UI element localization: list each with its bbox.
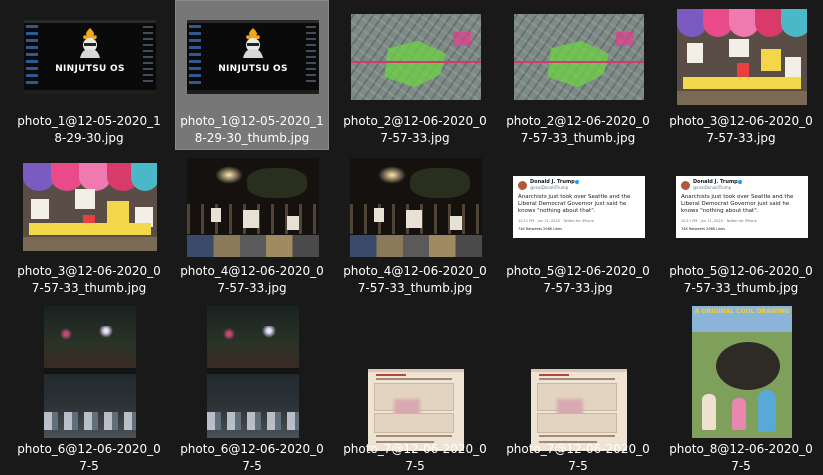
thumbnail (176, 153, 330, 261)
logo-text: NINJUTSU OS (218, 64, 288, 74)
file-name: photo_7@12-06-2020_07-5 (506, 442, 650, 473)
thumbnail: NINJUTSU OS (13, 3, 167, 111)
file-name: photo_5@12-06-2020_07-57-33_thumb.jpg (669, 264, 813, 295)
forum-screenshot-thumbnail (368, 369, 464, 451)
file-name: photo_6@12-06-2020_07-5 (17, 442, 161, 473)
thumbnail (665, 3, 819, 111)
desktop-thumbnail: NINJUTSU OS (187, 20, 319, 94)
ninja-mascot-icon (80, 28, 100, 58)
file-item[interactable]: photo_4@12-06-2020_07-57-33_thumb.jpg (338, 150, 492, 300)
tweet-screenshot-thumbnail: Donald J. Trump @realDonaldTrump Anarchi… (676, 176, 808, 238)
file-item[interactable]: photo_4@12-06-2020_07-57-33.jpg (175, 150, 329, 300)
verified-icon (575, 180, 579, 184)
tweet-handle: @realDonaldTrump (530, 185, 569, 190)
tweet-text: Anarchists just took over Seattle and th… (681, 194, 794, 214)
drawing-banner-text: A ORIGINAL COOL DRAWING (694, 308, 790, 315)
thumbnail (13, 153, 167, 261)
file-item[interactable]: Donald J. Trump @realDonaldTrump Anarchi… (501, 150, 655, 300)
file-item[interactable]: Donald J. Trump @realDonaldTrump Anarchi… (664, 150, 818, 300)
thumbnail (502, 313, 656, 451)
file-item[interactable]: A ORIGINAL COOL DRAWING photo_8@12-06-20… (664, 300, 819, 473)
thumbnail: Donald J. Trump @realDonaldTrump Anarchi… (665, 153, 819, 261)
thumbnail (339, 153, 493, 261)
tweet-meta: 10:11 PM · Jun 11, 2020 · Twitter for iP… (518, 219, 594, 223)
file-name: photo_6@12-06-2020_07-5 (180, 442, 324, 473)
ninja-mascot-icon (243, 28, 263, 58)
night-encampment-thumbnail (187, 157, 319, 257)
night-encampment-thumbnail (350, 157, 482, 257)
file-name: photo_8@12-06-2020_07-5 (669, 442, 813, 473)
file-item[interactable]: photo_6@12-06-2020_07-5 (175, 300, 330, 473)
tweet-screenshot-thumbnail: Donald J. Trump @realDonaldTrump Anarchi… (513, 176, 645, 238)
file-item[interactable]: photo_3@12-06-2020_07-57-33_thumb.jpg (12, 150, 166, 300)
drawing-thumbnail: A ORIGINAL COOL DRAWING (692, 306, 792, 438)
thumbnail (502, 3, 656, 111)
protest-booth-thumbnail (23, 163, 157, 251)
file-name: photo_2@12-06-2020_07-57-33_thumb.jpg (506, 114, 650, 145)
file-item[interactable]: photo_7@12-06-2020_07-5 (338, 300, 493, 473)
avatar (518, 181, 527, 190)
aerial-map-thumbnail (351, 14, 481, 100)
forum-screenshot-thumbnail (531, 369, 627, 451)
thumbnail (339, 3, 493, 111)
protest-booth-thumbnail (677, 9, 807, 105)
file-item[interactable]: photo_3@12-06-2020_07-57-33.jpg (664, 0, 818, 150)
desktop-thumbnail: NINJUTSU OS (24, 20, 156, 94)
file-grid: NINJUTSU OS photo_1@12-05-2020_18-29-30.… (0, 0, 823, 473)
file-name: photo_4@12-06-2020_07-57-33_thumb.jpg (343, 264, 487, 295)
file-item[interactable]: photo_2@12-06-2020_07-57-33_thumb.jpg (501, 0, 655, 150)
thumbnail: A ORIGINAL COOL DRAWING (665, 303, 819, 441)
file-name: photo_4@12-06-2020_07-57-33.jpg (180, 264, 324, 295)
thumbnail (176, 303, 330, 441)
camp-night-thumbnail (207, 306, 299, 438)
camp-night-thumbnail (44, 306, 136, 438)
file-item[interactable]: photo_7@12-06-2020_07-5 (501, 300, 656, 473)
tweet-handle: @realDonaldTrump (693, 185, 732, 190)
file-name: photo_3@12-06-2020_07-57-33.jpg (669, 114, 813, 145)
file-name: photo_5@12-06-2020_07-57-33.jpg (506, 264, 650, 295)
file-name: photo_1@12-05-2020_18-29-30_thumb.jpg (180, 114, 324, 145)
verified-icon (738, 180, 742, 184)
tweet-text: Anarchists just took over Seattle and th… (518, 194, 631, 214)
file-name: photo_3@12-06-2020_07-57-33_thumb.jpg (17, 264, 161, 295)
file-item[interactable]: photo_6@12-06-2020_07-5 (12, 300, 167, 473)
avatar (681, 181, 690, 190)
tweet-meta: 10:11 PM · Jun 11, 2020 · Twitter for iP… (681, 219, 757, 223)
file-item[interactable]: NINJUTSU OS photo_1@12-05-2020_18-29-30.… (12, 0, 166, 150)
aerial-map-thumbnail (514, 14, 644, 100)
thumbnail: Donald J. Trump @realDonaldTrump Anarchi… (502, 153, 656, 261)
thumbnail (13, 303, 167, 441)
thumbnail (339, 313, 493, 451)
file-item[interactable]: photo_2@12-06-2020_07-57-33.jpg (338, 0, 492, 150)
tweet-stats: 74K Retweets 296K Likes (518, 227, 563, 231)
file-name: photo_1@12-05-2020_18-29-30.jpg (17, 114, 161, 145)
logo-text: NINJUTSU OS (55, 64, 125, 74)
file-name: photo_7@12-06-2020_07-5 (343, 442, 487, 473)
thumbnail: NINJUTSU OS (176, 3, 330, 111)
file-item-selected[interactable]: NINJUTSU OS photo_1@12-05-2020_18-29-30_… (175, 0, 329, 150)
tweet-stats: 74K Retweets 296K Likes (681, 227, 726, 231)
file-name: photo_2@12-06-2020_07-57-33.jpg (343, 114, 487, 145)
